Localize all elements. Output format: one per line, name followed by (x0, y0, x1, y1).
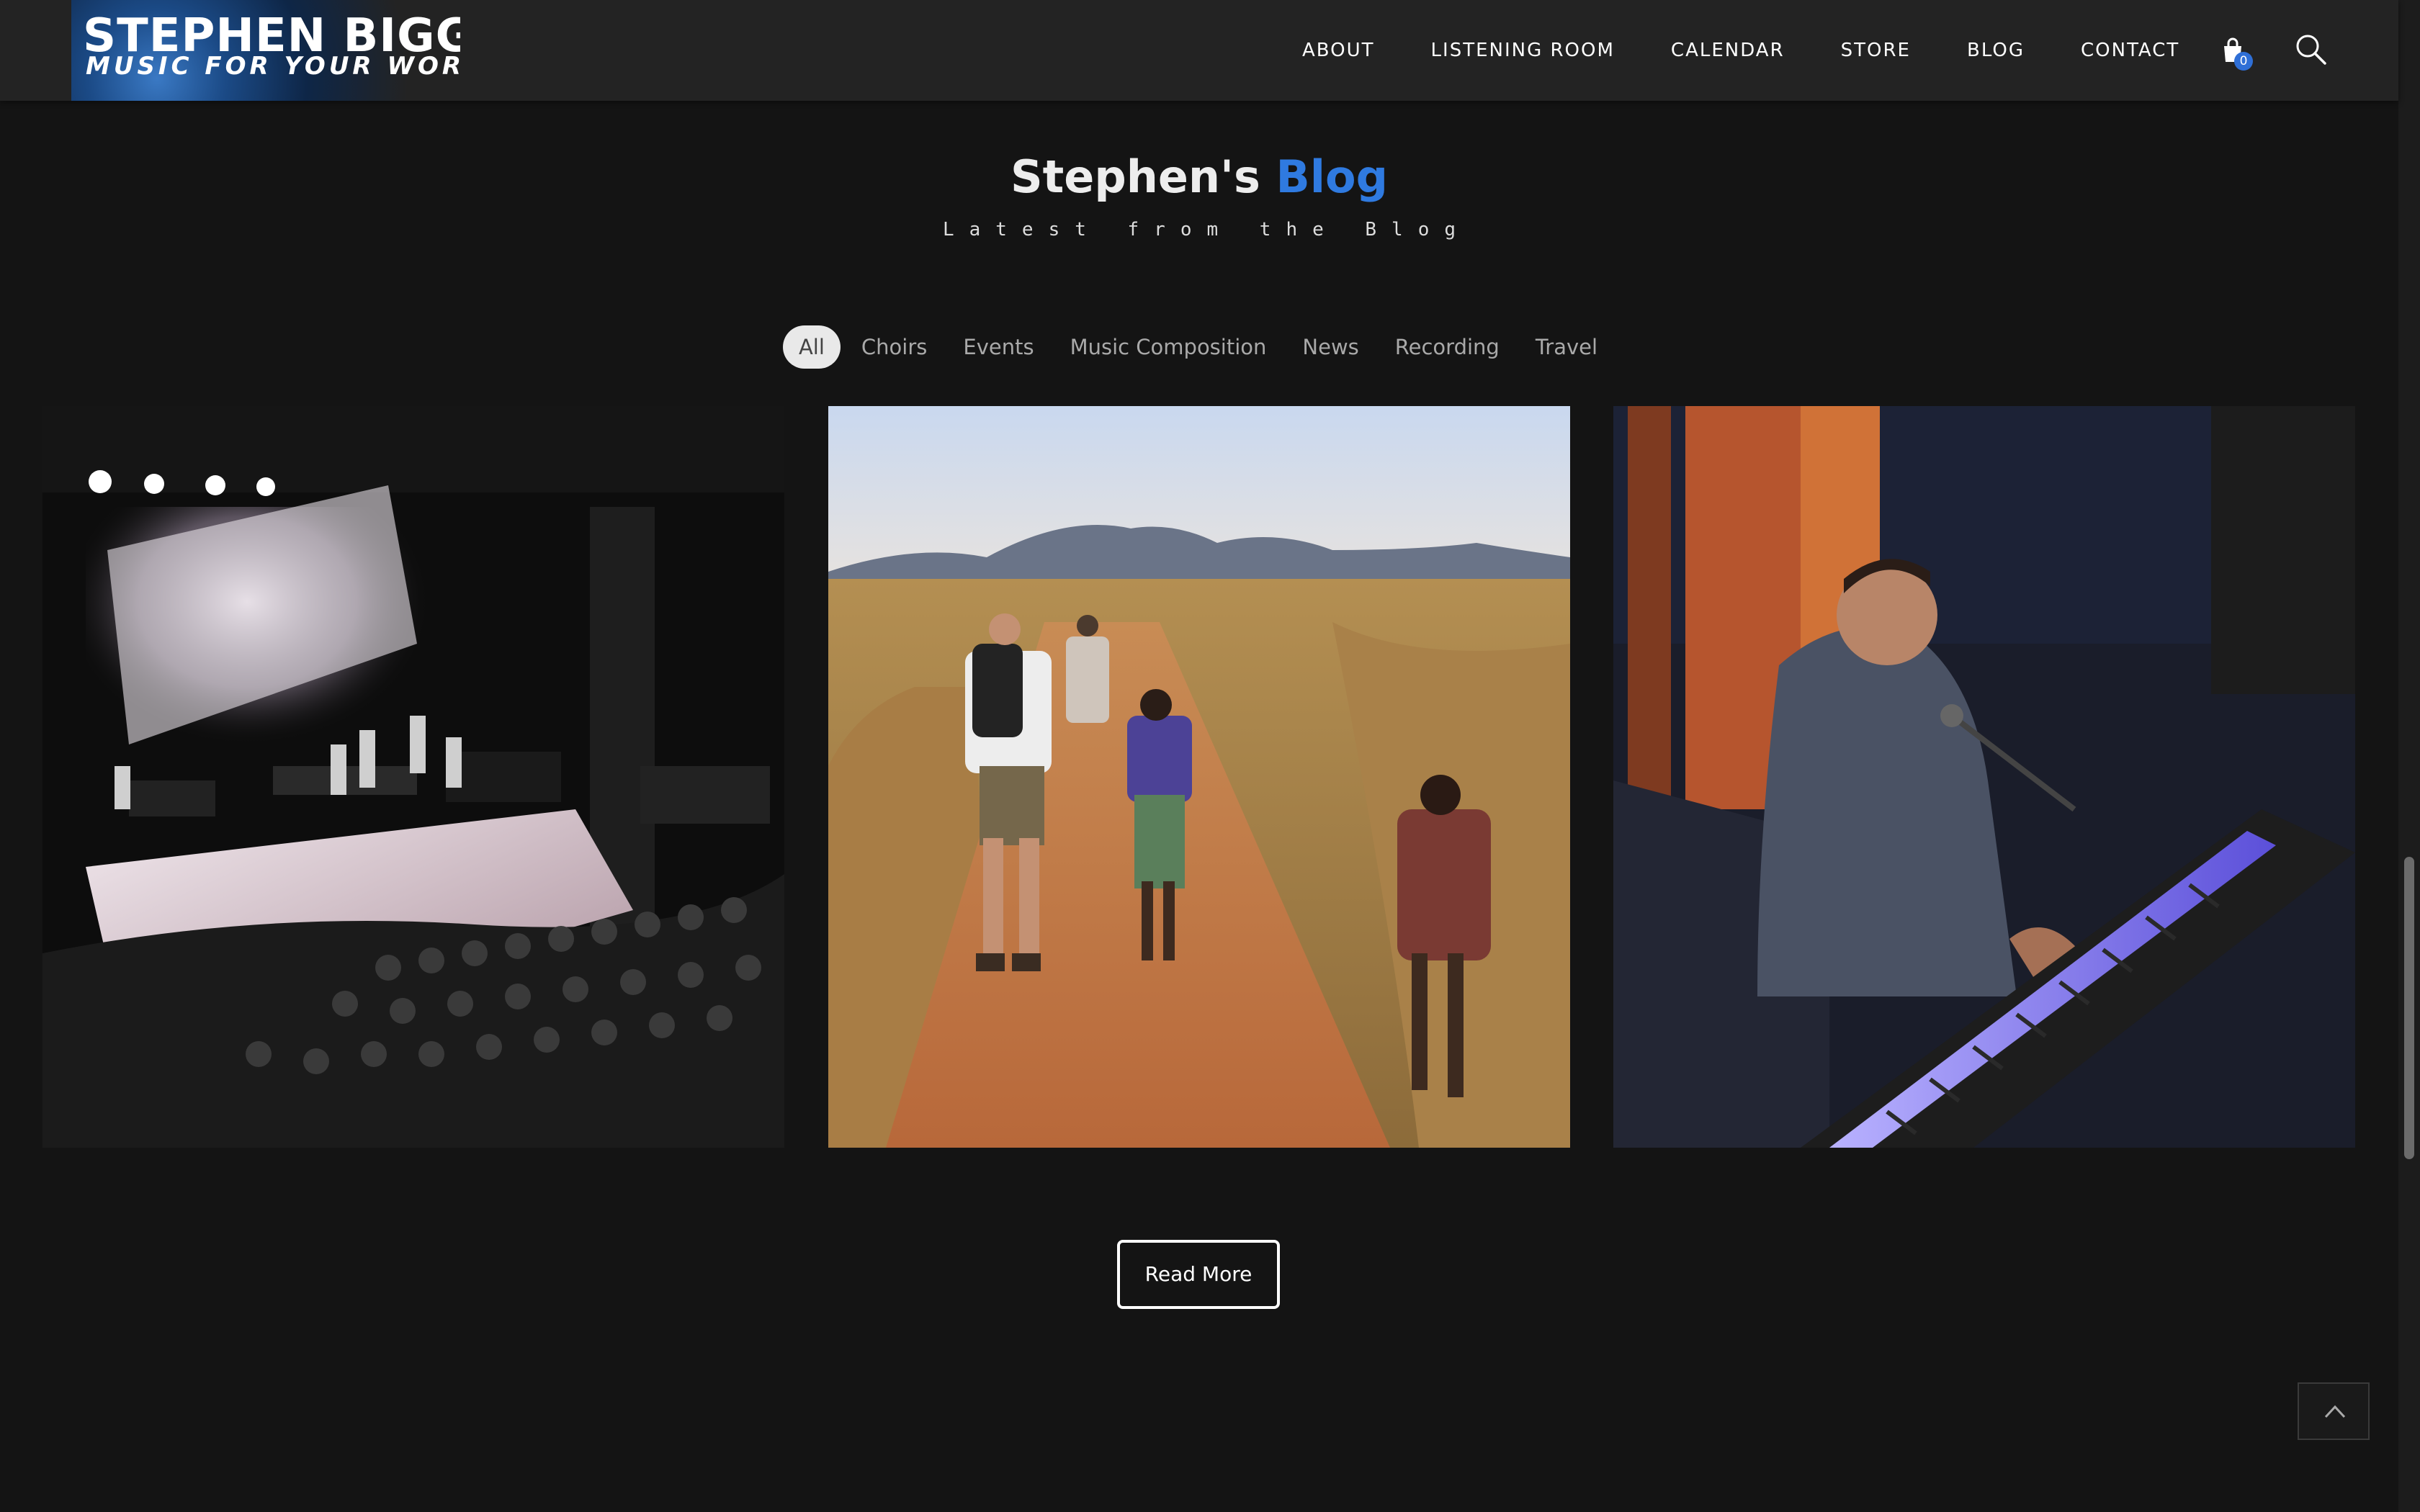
back-to-top-button[interactable] (2298, 1382, 2370, 1440)
filter-news[interactable]: News (1284, 325, 1376, 369)
page-title: Stephen's Blog (0, 150, 2398, 204)
scrollbar-thumb[interactable] (2404, 857, 2414, 1159)
nav-item-store[interactable]: STORE (1841, 40, 1911, 61)
site-logo[interactable]: STEPHEN BIGGER MUSIC FOR YOUR WORLD (71, 0, 460, 101)
section-header: Stephen's Blog Latest from the Blog (0, 150, 2398, 240)
filter-events[interactable]: Events (945, 325, 1052, 369)
nav-item-about[interactable]: ABOUT (1302, 40, 1375, 61)
category-filters: All Choirs Events Music Composition News… (0, 325, 2398, 369)
nav-item-contact[interactable]: CONTACT (2081, 40, 2179, 61)
search-icon (2296, 35, 2326, 65)
title-prefix: Stephen's (1010, 150, 1260, 203)
cart-button[interactable]: 0 (2218, 36, 2253, 71)
filter-music-composition[interactable]: Music Composition (1052, 325, 1285, 369)
chevron-up-icon (2324, 1405, 2346, 1418)
filter-travel[interactable]: Travel (1518, 325, 1615, 369)
blog-post-card[interactable] (828, 406, 1570, 1148)
filter-recording[interactable]: Recording (1377, 325, 1518, 369)
read-more-button[interactable]: Read More (1117, 1240, 1280, 1309)
blog-post-card[interactable] (1613, 406, 2355, 1148)
site-header: STEPHEN BIGGER MUSIC FOR YOUR WORLD ABOU… (0, 0, 2398, 101)
nav-item-listening-room[interactable]: LISTENING ROOM (1431, 40, 1615, 61)
main-nav: ABOUT LISTENING ROOM CALENDAR STORE BLOG… (1302, 0, 2179, 101)
cart-count-badge: 0 (2234, 52, 2253, 71)
search-button[interactable] (2295, 33, 2328, 66)
dirt-path-walking-photo (828, 406, 1570, 1148)
filter-choirs[interactable]: Choirs (843, 325, 945, 369)
section-subtitle: Latest from the Blog (942, 219, 1471, 240)
logo-tagline: MUSIC FOR YOUR WORLD (86, 52, 460, 81)
title-accent: Blog (1276, 150, 1388, 203)
blog-post-card[interactable] (42, 406, 784, 1148)
scrollbar-track[interactable] (2398, 0, 2420, 1512)
concert-stage-photo (42, 406, 784, 1148)
nav-item-calendar[interactable]: CALENDAR (1671, 40, 1785, 61)
keyboard-player-photo (1613, 406, 2355, 1148)
nav-item-blog[interactable]: BLOG (1967, 40, 2025, 61)
filter-all[interactable]: All (782, 325, 841, 369)
